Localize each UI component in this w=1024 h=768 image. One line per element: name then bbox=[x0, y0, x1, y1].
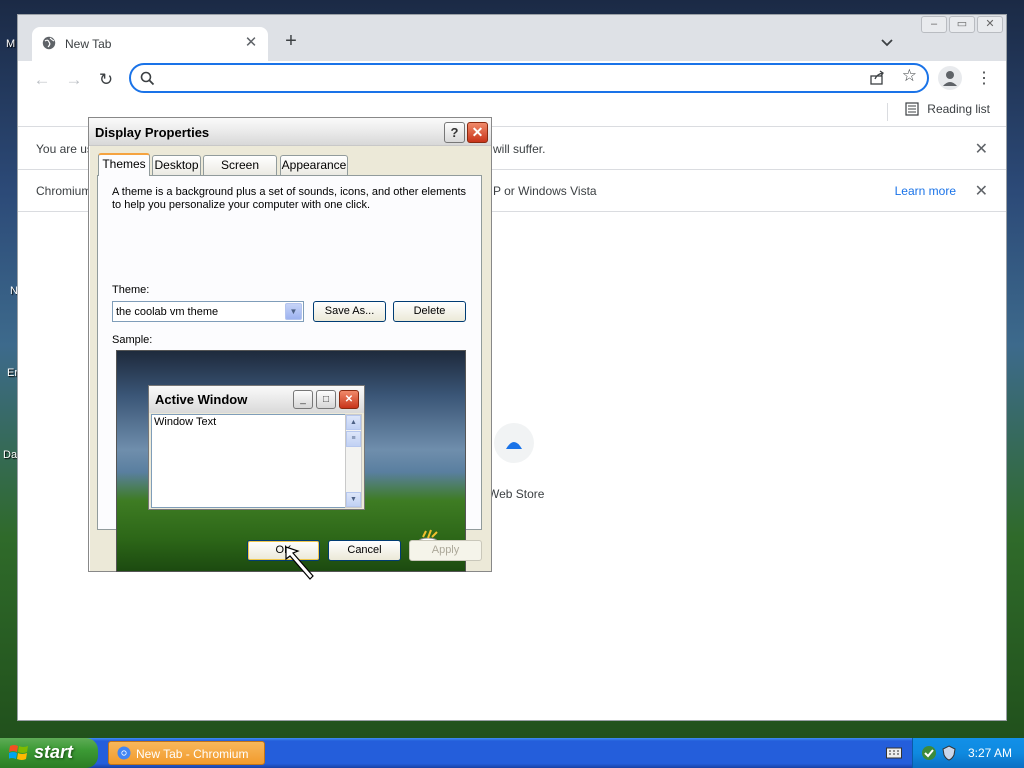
tab-desktop[interactable]: Desktop bbox=[152, 155, 201, 175]
theme-sample-preview: Active Window _ □ ✕ Window Text ▲ ≡ ▼ bbox=[116, 350, 466, 572]
divider bbox=[887, 103, 888, 121]
reload-button[interactable]: ↻ bbox=[95, 69, 117, 91]
network-icon[interactable] bbox=[921, 745, 937, 761]
chromium-icon bbox=[117, 746, 131, 760]
scroll-down-icon: ▼ bbox=[346, 492, 361, 507]
windows-logo-icon bbox=[9, 745, 28, 760]
themes-panel: A theme is a background plus a set of so… bbox=[97, 175, 482, 572]
help-button[interactable]: ? bbox=[444, 122, 465, 143]
window-controls: – ▭ ✕ bbox=[921, 16, 1003, 34]
taskbar-item-label: New Tab - Chromium bbox=[136, 747, 249, 761]
desktop-icon-label[interactable]: Da bbox=[3, 449, 17, 461]
dialog-title: Display Properties bbox=[95, 125, 210, 140]
infobar-text-end: will suffer. bbox=[493, 142, 546, 156]
start-button[interactable]: start bbox=[0, 738, 98, 768]
cancel-button[interactable]: Cancel bbox=[328, 540, 401, 561]
tab-close-icon[interactable]: ✕ bbox=[242, 34, 260, 52]
reading-list-label: Reading list bbox=[927, 102, 990, 116]
tab-screen-saver[interactable]: Screen Saver bbox=[203, 155, 277, 190]
chevron-down-icon[interactable] bbox=[878, 33, 896, 51]
taskbar-item-chromium[interactable]: New Tab - Chromium bbox=[108, 741, 265, 765]
infobar-text: Chromium bbox=[36, 184, 92, 198]
kebab-menu-icon[interactable]: ⋮ bbox=[974, 68, 994, 90]
save-as-button[interactable]: Save As... bbox=[313, 301, 386, 322]
toolbar: ← → ↻ ☆ ⋮ bbox=[18, 61, 1006, 99]
sample-label: Sample: bbox=[112, 334, 153, 346]
minimize-icon: _ bbox=[293, 390, 313, 409]
sample-window-title: Active Window bbox=[155, 392, 248, 407]
bookmark-star-icon[interactable]: ☆ bbox=[902, 66, 917, 86]
globe-icon bbox=[42, 36, 56, 50]
delete-button[interactable]: Delete bbox=[393, 301, 466, 322]
desktop-icon-label[interactable]: M bbox=[6, 38, 15, 50]
theme-description: A theme is a background plus a set of so… bbox=[112, 186, 467, 211]
sample-active-window: Active Window _ □ ✕ Window Text ▲ ≡ ▼ bbox=[148, 385, 365, 510]
scroll-thumb: ≡ bbox=[346, 431, 361, 447]
tab-themes[interactable]: Themes bbox=[98, 153, 150, 176]
infobar-close-icon[interactable]: ✕ bbox=[975, 139, 988, 159]
forward-button[interactable]: → bbox=[63, 69, 85, 91]
web-store-icon bbox=[506, 442, 522, 449]
profile-avatar-icon[interactable] bbox=[938, 66, 962, 90]
minimize-button[interactable]: – bbox=[921, 16, 947, 33]
infobar-text: You are us bbox=[36, 142, 93, 156]
keyboard-icon[interactable] bbox=[886, 746, 902, 760]
apply-button[interactable]: Apply bbox=[409, 540, 482, 561]
search-icon bbox=[140, 71, 155, 86]
close-window-button[interactable]: ✕ bbox=[977, 16, 1003, 33]
shortcut-label[interactable]: Web Store bbox=[488, 487, 544, 501]
system-tray: 3:27 AM bbox=[912, 738, 1024, 768]
tab-appearance[interactable]: Appearance bbox=[280, 155, 348, 175]
security-icon[interactable] bbox=[941, 745, 957, 761]
infobar-close-icon[interactable]: ✕ bbox=[975, 181, 988, 201]
tab-title: New Tab bbox=[65, 37, 112, 51]
sample-titlebar: Active Window _ □ ✕ bbox=[149, 386, 364, 413]
dialog-titlebar[interactable]: Display Properties ? ✕ bbox=[89, 118, 491, 146]
scroll-up-icon: ▲ bbox=[346, 415, 361, 430]
theme-label: Theme: bbox=[112, 284, 150, 296]
learn-more-link[interactable]: Learn more bbox=[895, 184, 956, 198]
restore-button[interactable]: ▭ bbox=[949, 16, 975, 33]
close-icon: ✕ bbox=[339, 390, 359, 409]
address-bar[interactable]: ☆ bbox=[129, 63, 929, 93]
web-store-shortcut[interactable] bbox=[494, 423, 534, 463]
back-button[interactable]: ← bbox=[31, 69, 53, 91]
sample-window-text: Window Text bbox=[151, 414, 347, 508]
start-label: start bbox=[34, 742, 74, 762]
sample-scrollbar: ▲ ≡ ▼ bbox=[345, 414, 362, 508]
infobar-text-end: P or Windows Vista bbox=[493, 184, 597, 198]
theme-select[interactable]: the coolab vm theme ▼ bbox=[112, 301, 304, 322]
theme-select-value: the coolab vm theme bbox=[116, 306, 219, 318]
share-icon[interactable] bbox=[869, 70, 885, 86]
clock[interactable]: 3:27 AM bbox=[968, 746, 1012, 760]
reading-list-button[interactable]: Reading list bbox=[905, 102, 990, 116]
reading-list-icon bbox=[905, 102, 919, 116]
mouse-pointer-icon bbox=[285, 546, 314, 580]
new-tab-button[interactable]: + bbox=[280, 31, 302, 53]
display-properties-dialog: Display Properties ? ✕ Themes Desktop Sc… bbox=[88, 117, 492, 572]
maximize-icon: □ bbox=[316, 390, 336, 409]
tab-new-tab[interactable]: New Tab ✕ bbox=[32, 27, 268, 61]
taskbar: start New Tab - Chromium 3:27 AM bbox=[0, 738, 1024, 768]
chevron-down-icon[interactable]: ▼ bbox=[285, 303, 302, 320]
tab-strip: New Tab ✕ + – ▭ ✕ bbox=[18, 15, 1006, 61]
dialog-close-button[interactable]: ✕ bbox=[467, 122, 488, 143]
